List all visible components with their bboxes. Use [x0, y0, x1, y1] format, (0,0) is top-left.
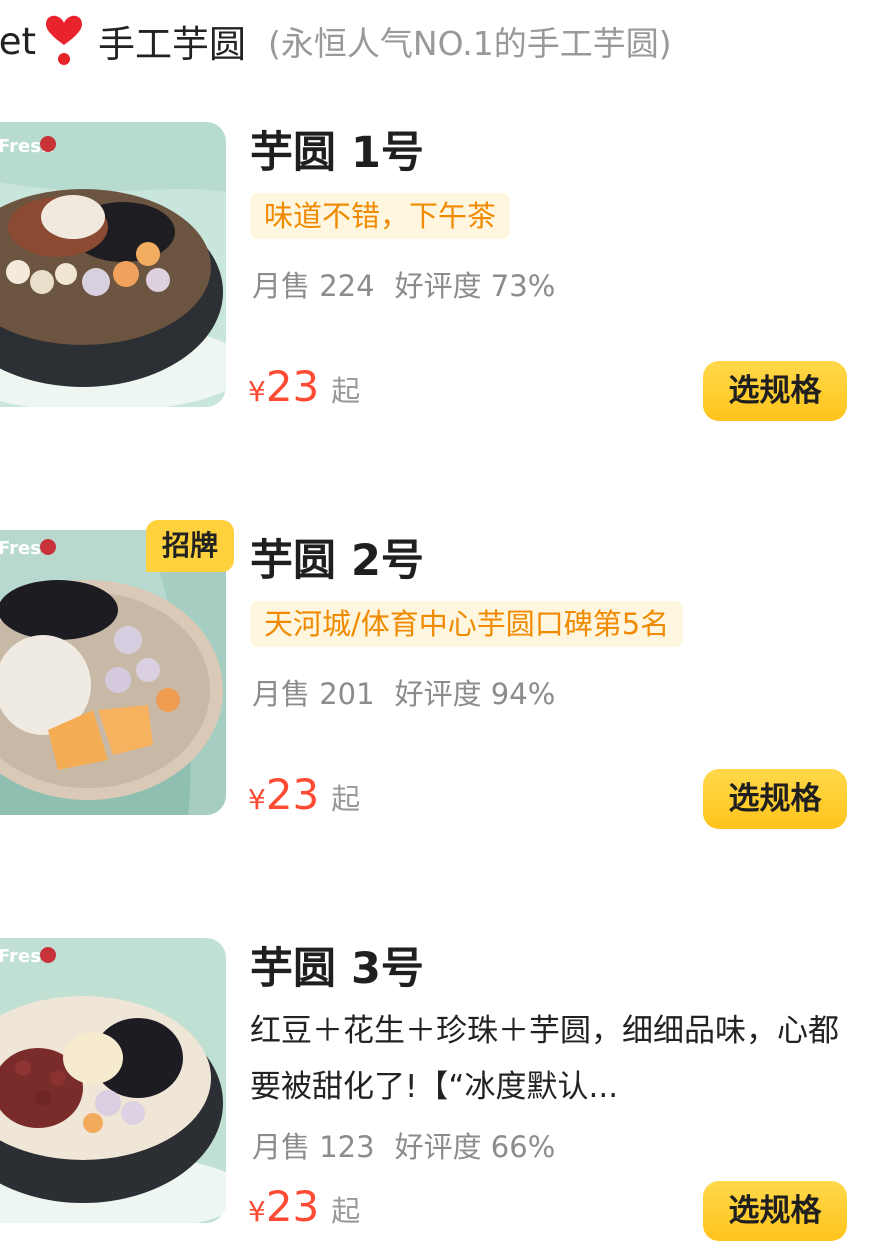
heart-exclamation-icon: [44, 15, 84, 67]
product-image[interactable]: Fresh: [0, 938, 226, 1223]
price-suffix: 起: [331, 1194, 361, 1228]
product-stats: 月售 201 好评度 94%: [252, 671, 555, 713]
rating: 好评度 94%: [394, 677, 556, 711]
monthly-sales: 月售 224: [252, 269, 375, 303]
price-value: 23: [265, 770, 320, 819]
product-image[interactable]: Fresh: [0, 530, 226, 815]
product-name[interactable]: 芋圆 2号: [250, 526, 424, 588]
select-spec-button[interactable]: 选规格: [703, 361, 847, 421]
currency-symbol: ¥: [248, 783, 266, 816]
price-suffix: 起: [331, 374, 361, 408]
product-stats: 月售 224 好评度 73%: [252, 263, 555, 305]
category-title: 手工芋圆: [98, 23, 247, 66]
product-image[interactable]: Fresh: [0, 122, 226, 407]
signature-badge: 招牌: [146, 520, 234, 572]
product-description: 红豆＋花生＋珍珠＋芋圆，细细品味，心都要被甜化了!【“冰度默认...: [250, 1013, 839, 1105]
product-name[interactable]: 芋圆 3号: [250, 934, 424, 996]
price-suffix: 起: [331, 782, 361, 816]
product-price: ¥23 起: [248, 362, 360, 411]
select-spec-button[interactable]: 选规格: [703, 769, 847, 829]
category-subtitle: (永恒人气NO.1的手工芋圆): [268, 24, 672, 63]
price-value: 23: [265, 1182, 320, 1231]
product-stats: 月售 123 好评度 66%: [252, 1124, 555, 1166]
currency-symbol: ¥: [248, 1195, 266, 1228]
category-header: eet 手工芋圆 (永恒人气NO.1的手工芋圆): [0, 0, 894, 90]
product-price: ¥23 起: [248, 770, 360, 819]
monthly-sales: 月售 123: [252, 1130, 375, 1164]
rating: 好评度 73%: [394, 269, 556, 303]
rating: 好评度 66%: [394, 1130, 556, 1164]
select-spec-button[interactable]: 选规格: [703, 1181, 847, 1241]
price-value: 23: [265, 362, 320, 411]
product-name[interactable]: 芋圆 1号: [250, 118, 424, 180]
currency-symbol: ¥: [248, 375, 266, 408]
product-tag: 天河城/体育中心芋圆口碑第5名: [250, 601, 684, 647]
product-tag: 味道不错，下午茶: [250, 193, 511, 239]
product-price: ¥23 起: [248, 1182, 360, 1231]
monthly-sales: 月售 201: [252, 677, 375, 711]
shop-name-fragment: eet: [0, 19, 37, 63]
